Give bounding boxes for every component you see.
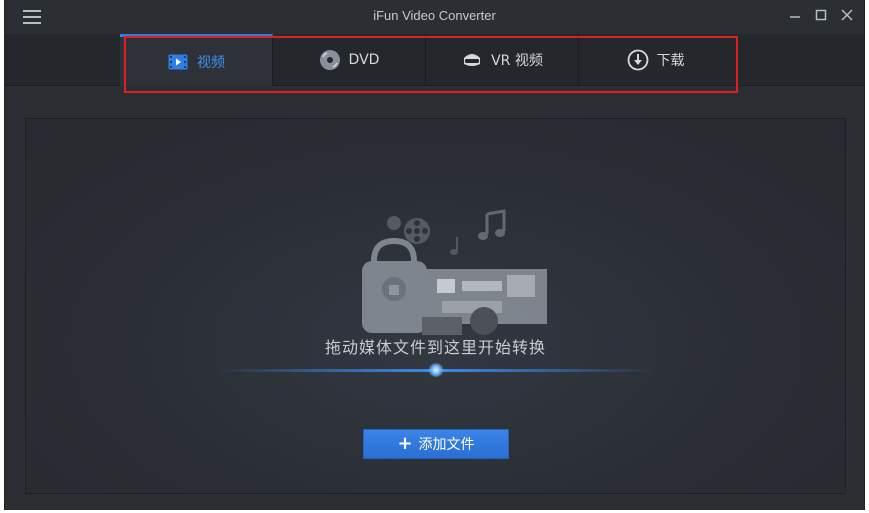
lock-file-icon xyxy=(362,237,427,333)
tab-label: 视频 xyxy=(197,54,225,71)
window-controls xyxy=(786,6,856,24)
tab-video[interactable]: 视频 xyxy=(120,34,273,86)
tab-bar: 视频 DVD VR 视频 下载 xyxy=(5,34,864,86)
app-window: iFun Video Converter 视频 DVD VR 视频 下载 拖动媒… xyxy=(4,0,865,510)
tab-vr-video[interactable]: VR 视频 xyxy=(426,34,579,86)
app-title: iFun Video Converter xyxy=(373,8,496,23)
glow-highlight xyxy=(428,363,444,377)
tab-dvd[interactable]: DVD xyxy=(273,34,426,86)
add-file-label: 添加文件 xyxy=(418,437,475,453)
toolbar-strip xyxy=(5,87,864,117)
maximize-icon[interactable] xyxy=(812,6,830,24)
vr-headset-icon xyxy=(461,49,483,71)
add-file-button[interactable]: + 添加文件 xyxy=(363,429,509,459)
disc-icon xyxy=(319,49,341,71)
film-icon xyxy=(167,51,189,73)
title-bar: iFun Video Converter xyxy=(5,0,864,34)
tab-label: DVD xyxy=(348,52,380,68)
music-note-icon xyxy=(450,209,506,255)
minimize-icon[interactable] xyxy=(786,6,804,24)
tab-label: VR 视频 xyxy=(491,53,543,69)
drop-hint-text: 拖动媒体文件到这里开始转换 xyxy=(324,338,546,357)
download-icon xyxy=(627,49,649,71)
media-folder-icon xyxy=(422,269,547,335)
media-illustration xyxy=(322,209,552,339)
tab-download[interactable]: 下载 xyxy=(579,34,732,86)
tab-list: 视频 DVD VR 视频 下载 xyxy=(120,34,732,86)
plus-icon: + xyxy=(397,433,413,454)
tab-label: 下载 xyxy=(656,53,685,69)
close-icon[interactable] xyxy=(838,6,856,24)
file-drop-area[interactable]: 拖动媒体文件到这里开始转换 + 添加文件 xyxy=(25,118,846,494)
